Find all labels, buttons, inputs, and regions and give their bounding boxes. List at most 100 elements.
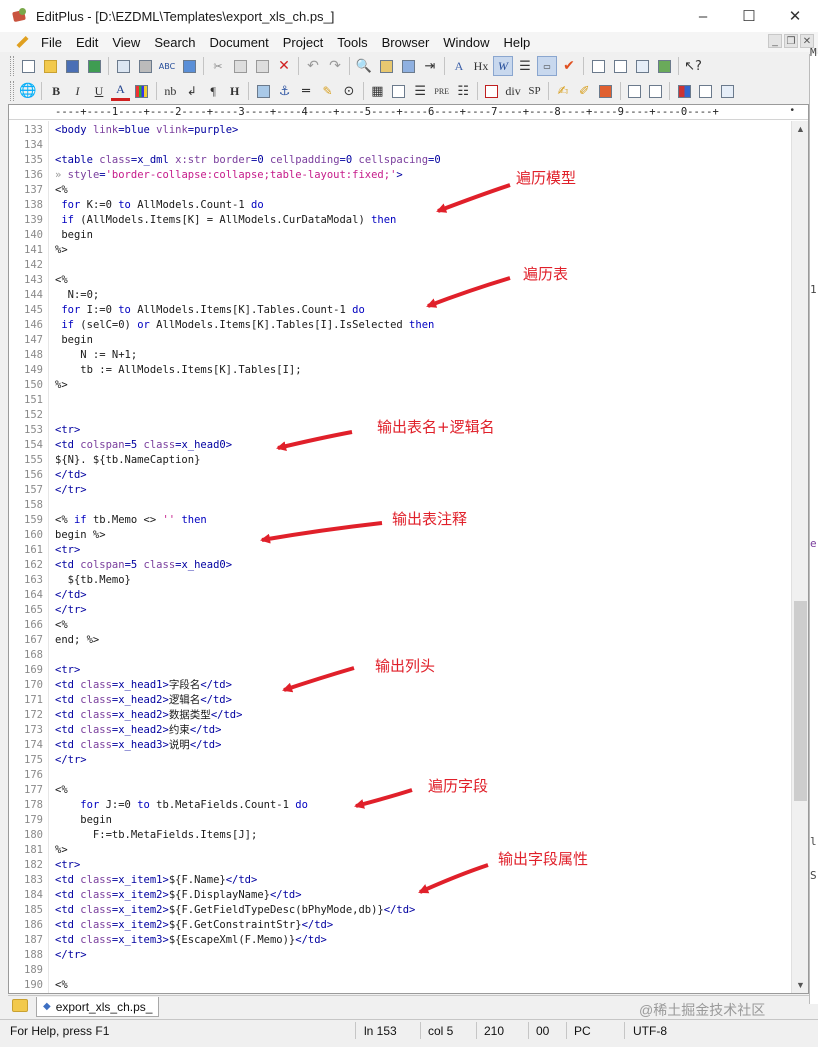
code-line[interactable]: 160 begin %> (9, 528, 792, 543)
code-line[interactable]: 149 tb := AllModels.Items[K].Tables[I]; (9, 363, 792, 378)
code-line[interactable]: 161 <tr> (9, 543, 792, 558)
code-line[interactable]: 185 <td class=x_item2>${F.GetFieldTypeDes… (9, 903, 792, 918)
close-button[interactable]: ✕ (772, 0, 818, 32)
table-icon[interactable]: ▦ (368, 81, 387, 101)
code-line[interactable]: 188 </tr> (9, 948, 792, 963)
code-line[interactable]: 134 (9, 138, 792, 153)
find-in-files-icon[interactable] (398, 56, 418, 76)
font-color-button[interactable]: A (110, 81, 131, 101)
context-help-icon[interactable]: ↖? (683, 56, 703, 76)
split-window-icon[interactable] (632, 56, 652, 76)
toolbox-icon[interactable] (596, 81, 615, 101)
new-file-icon[interactable] (18, 56, 38, 76)
code-line[interactable]: 172 <td class=x_head2>数据类型</td> (9, 708, 792, 723)
code-line[interactable]: 142 (9, 258, 792, 273)
code-line[interactable]: 137 <% (9, 183, 792, 198)
code-line[interactable]: 187 <td class=x_item3>${EscapeXml(F.Memo)… (9, 933, 792, 948)
code-line[interactable]: 181 %> (9, 843, 792, 858)
pre-button[interactable]: PRE (432, 81, 451, 101)
nbsp-button[interactable]: nb (161, 81, 180, 101)
code-line[interactable]: 151 (9, 393, 792, 408)
menu-search[interactable]: Search (147, 35, 202, 50)
toolbar-grip[interactable] (10, 81, 14, 101)
menu-file[interactable]: File (34, 35, 69, 50)
cut-icon[interactable]: ✂ (208, 56, 228, 76)
image-icon[interactable] (253, 81, 272, 101)
tag-list-icon[interactable] (625, 81, 644, 101)
scrollbar-thumb[interactable] (794, 601, 807, 801)
paste-icon[interactable] (252, 56, 272, 76)
scroll-down-icon[interactable]: ▼ (792, 977, 809, 993)
code-line[interactable]: 166 <% (9, 618, 792, 633)
toolbar-grip[interactable] (10, 56, 14, 76)
browser-view-icon[interactable] (179, 56, 199, 76)
ordered-list-icon[interactable]: ☷ (453, 81, 472, 101)
menu-project[interactable]: Project (276, 35, 330, 50)
print-preview-icon[interactable] (113, 56, 133, 76)
folder-icon[interactable] (12, 999, 28, 1012)
open-folder-icon[interactable] (40, 56, 60, 76)
clip-text-icon[interactable] (646, 81, 665, 101)
code-line[interactable]: 156 </td> (9, 468, 792, 483)
save-all-icon[interactable] (84, 56, 104, 76)
code-line[interactable]: 167 end; %> (9, 633, 792, 648)
spell-check-icon[interactable]: ABC (157, 56, 177, 76)
code-line[interactable]: 175 </tr> (9, 753, 792, 768)
word-wrap-button[interactable]: W (493, 56, 513, 76)
code-line[interactable]: 138 for K:=0 to AllModels.Count-1 do (9, 198, 792, 213)
form-icon[interactable] (389, 81, 408, 101)
menu-tools[interactable]: Tools (330, 35, 374, 50)
vertical-scrollbar[interactable]: ▲ ▼ (791, 121, 808, 993)
code-line[interactable]: 177 <% (9, 783, 792, 798)
code-line[interactable]: 133 <body link=blue vlink=purple> (9, 123, 792, 138)
code-line[interactable]: 163 ${tb.Memo} (9, 573, 792, 588)
code-line[interactable]: 170 <td class=x_head1>字段名</td> (9, 678, 792, 693)
code-line[interactable]: 171 <td class=x_head2>逻辑名</td> (9, 693, 792, 708)
edit-tag-icon[interactable]: ✍ (553, 81, 572, 101)
code-line[interactable]: 190 <% (9, 978, 792, 993)
code-line[interactable]: 141 %> (9, 243, 792, 258)
list-icon[interactable]: ☰ (411, 81, 430, 101)
scroll-up-icon[interactable]: ▲ (792, 121, 809, 137)
font-icon[interactable]: A (449, 56, 469, 76)
code-line[interactable]: 189 (9, 963, 792, 978)
code-line[interactable]: 162 <td colspan=5 class=x_head0> (9, 558, 792, 573)
code-line[interactable]: 155 ${N}. ${tb.NameCaption} (9, 453, 792, 468)
directory-icon[interactable] (674, 81, 693, 101)
code-line[interactable]: 165 </tr> (9, 603, 792, 618)
code-line[interactable]: 150 %> (9, 378, 792, 393)
minimize-button[interactable]: – (680, 0, 726, 32)
code-line[interactable]: 186 <td class=x_item2>${F.GetConstraintSt… (9, 918, 792, 933)
redo-icon[interactable]: ↷ (325, 56, 345, 76)
code-line[interactable]: 183 <td class=x_item1>${F.Name}</td> (9, 873, 792, 888)
delete-icon[interactable]: ✕ (274, 56, 294, 76)
fullscreen-icon[interactable] (610, 56, 630, 76)
code-line[interactable]: 182 <tr> (9, 858, 792, 873)
code-line[interactable]: 164 </td> (9, 588, 792, 603)
code-line[interactable]: 174 <td class=x_head3>说明</td> (9, 738, 792, 753)
line-break-icon[interactable]: ↲ (182, 81, 201, 101)
check-mark-icon[interactable]: ✔ (559, 56, 579, 76)
anchor-icon[interactable]: ⚓ (275, 81, 294, 101)
copy-icon[interactable] (230, 56, 250, 76)
code-line[interactable]: 148 N := N+1; (9, 348, 792, 363)
menu-browser[interactable]: Browser (375, 35, 437, 50)
menu-help[interactable]: Help (497, 35, 538, 50)
menu-view[interactable]: View (105, 35, 147, 50)
code-line[interactable]: 139 if (AllModels.Items[K] = AllModels.C… (9, 213, 792, 228)
highlighter-icon[interactable]: ✎ (318, 81, 337, 101)
ruler-icon[interactable]: ▭ (537, 56, 557, 76)
export-icon[interactable] (654, 56, 674, 76)
line-number-icon[interactable]: ☰ (515, 56, 535, 76)
code-line[interactable]: 179 begin (9, 813, 792, 828)
code-line[interactable]: 135 <table class=x_dml x:str border=0 cel… (9, 153, 792, 168)
comment-icon[interactable]: ⊙ (339, 81, 358, 101)
color-palette-icon[interactable] (132, 81, 151, 101)
window-list-icon[interactable] (588, 56, 608, 76)
code-line[interactable]: 176 (9, 768, 792, 783)
code-line[interactable]: 173 <td class=x_head2>约束</td> (9, 723, 792, 738)
code-line[interactable]: 140 begin (9, 228, 792, 243)
mdi-restore-button[interactable]: ❐ (784, 34, 798, 48)
code-line[interactable]: 143 <% (9, 273, 792, 288)
hex-viewer-button[interactable]: Hx (471, 56, 491, 76)
